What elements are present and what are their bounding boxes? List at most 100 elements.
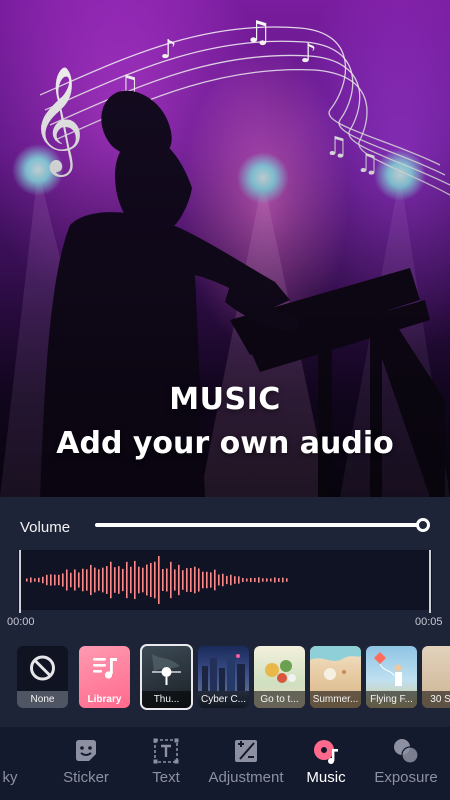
waveform-bar xyxy=(282,577,284,583)
tool-label: Exposure xyxy=(374,769,438,786)
music-track-list: None Library Thu... Cyber C... Go to t..… xyxy=(0,644,450,710)
track-thumbnail[interactable]: 30 Se... xyxy=(422,646,450,708)
waveform-bar xyxy=(38,577,40,583)
waveform-bar xyxy=(234,576,236,584)
hero-banner: 𝄞 ♫ ♪ ♫ ♪ ♫ ♫ MUSIC Add your own audio xyxy=(0,0,450,497)
waveform-bar xyxy=(154,561,156,599)
waveform-bar xyxy=(86,569,88,591)
waveform-bar xyxy=(230,574,232,586)
tool-sky[interactable]: ky xyxy=(0,727,30,800)
sticker-icon xyxy=(76,740,96,761)
waveform-bar xyxy=(214,569,216,591)
volume-slider-track[interactable] xyxy=(95,523,423,527)
exposure-icon xyxy=(394,739,419,764)
waveform-bar xyxy=(246,578,248,582)
tool-sticker[interactable]: Sticker xyxy=(58,727,114,800)
track-thumbnail[interactable]: Cyber C... xyxy=(198,646,249,708)
waveform-bar xyxy=(58,574,60,586)
time-start: 00:00 xyxy=(7,616,35,628)
waveform-bar xyxy=(66,569,68,591)
waveform-bar xyxy=(102,567,104,593)
track-label: Go to t... xyxy=(254,691,305,708)
volume-slider-thumb[interactable] xyxy=(416,518,430,532)
hero-title: MUSIC xyxy=(169,382,281,417)
no-music-icon xyxy=(30,655,55,681)
waveform-bar xyxy=(46,574,48,586)
trim-handle-end[interactable] xyxy=(429,550,431,613)
waveform-bar xyxy=(274,577,276,583)
waveform-bar xyxy=(78,572,80,588)
tool-label: Music xyxy=(306,769,346,786)
track-label: Flying F... xyxy=(366,691,417,708)
waveform-bar xyxy=(222,573,224,587)
waveform-bar xyxy=(178,564,180,596)
track-none[interactable]: None xyxy=(17,646,68,708)
waveform-bar xyxy=(42,576,44,584)
waveform-bar xyxy=(242,577,244,583)
waveform-bar xyxy=(190,567,192,593)
waveform-bar xyxy=(250,577,252,583)
waveform-bar xyxy=(74,569,76,591)
tool-adjustment[interactable]: Adjustment xyxy=(204,727,288,800)
track-label: Thu... xyxy=(142,691,191,708)
beach-thumbnail-icon xyxy=(310,646,361,680)
tool-text[interactable]: Text xyxy=(140,727,192,800)
track-thumbnail[interactable]: Flying F... xyxy=(366,646,417,708)
kite-thumbnail-icon xyxy=(374,652,402,686)
waveform-bar xyxy=(146,564,148,596)
waveform-bar xyxy=(110,561,112,599)
waveform-bar xyxy=(174,569,176,591)
track-label: Summer... xyxy=(310,691,361,708)
tool-label: Adjustment xyxy=(208,769,284,786)
track-label: Library xyxy=(87,694,122,705)
waveform-bar xyxy=(126,561,128,599)
city-thumbnail-icon xyxy=(202,654,245,691)
waveform-bar xyxy=(142,567,144,593)
waveform-bar xyxy=(122,568,124,592)
waveform-bar xyxy=(158,556,160,604)
track-selected[interactable]: Thu... xyxy=(140,644,193,710)
waveform-bar xyxy=(34,578,36,582)
waveform-bar xyxy=(262,578,264,582)
tool-label: Sticker xyxy=(63,769,109,786)
tool-music[interactable]: Music xyxy=(300,727,352,800)
tool-exposure[interactable]: Exposure xyxy=(370,727,442,800)
waveform-bar xyxy=(238,576,240,584)
track-thumbnail[interactable]: Go to t... xyxy=(254,646,305,708)
waveform-bar xyxy=(266,578,268,582)
waveform-bar xyxy=(106,566,108,594)
waveform-bar xyxy=(118,566,120,594)
sky-icon xyxy=(6,741,16,761)
waveform-bar xyxy=(198,568,200,592)
music-library-icon xyxy=(93,658,117,679)
waveform-bar xyxy=(90,564,92,596)
tool-label: ky xyxy=(2,769,18,786)
waveform-bar xyxy=(166,568,168,592)
waveform-bar xyxy=(202,571,204,589)
waveform-bar xyxy=(150,562,152,598)
track-thumbnail[interactable]: Summer... xyxy=(310,646,361,708)
waveform-bar xyxy=(186,568,188,592)
waveform-bar xyxy=(70,572,72,588)
bottom-toolbar: ky Sticker Text Adjustment Music Exposur… xyxy=(0,727,450,800)
waveform-bar xyxy=(134,560,136,600)
waveform-bar xyxy=(114,567,116,593)
hero-illustration: 𝄞 ♫ ♪ ♫ ♪ ♫ ♫ xyxy=(0,0,450,497)
waveform-bar xyxy=(98,569,100,591)
waveform-bar xyxy=(278,578,280,582)
music-icon xyxy=(314,740,338,764)
trim-handle-start[interactable] xyxy=(19,550,21,613)
track-library[interactable]: Library xyxy=(79,646,130,708)
waveform-bar xyxy=(162,569,164,591)
hero-subtitle: Add your own audio xyxy=(56,426,394,461)
text-icon xyxy=(153,738,179,764)
tool-label: Text xyxy=(152,769,180,786)
waveform-bar xyxy=(50,574,52,586)
waveform-bar xyxy=(54,574,56,586)
waveform-bar xyxy=(206,571,208,589)
waveform-bar xyxy=(194,566,196,594)
waveform-bar xyxy=(286,578,288,582)
track-label: None xyxy=(17,691,68,708)
waveform-bar xyxy=(270,578,272,582)
waveform-bar xyxy=(94,567,96,593)
